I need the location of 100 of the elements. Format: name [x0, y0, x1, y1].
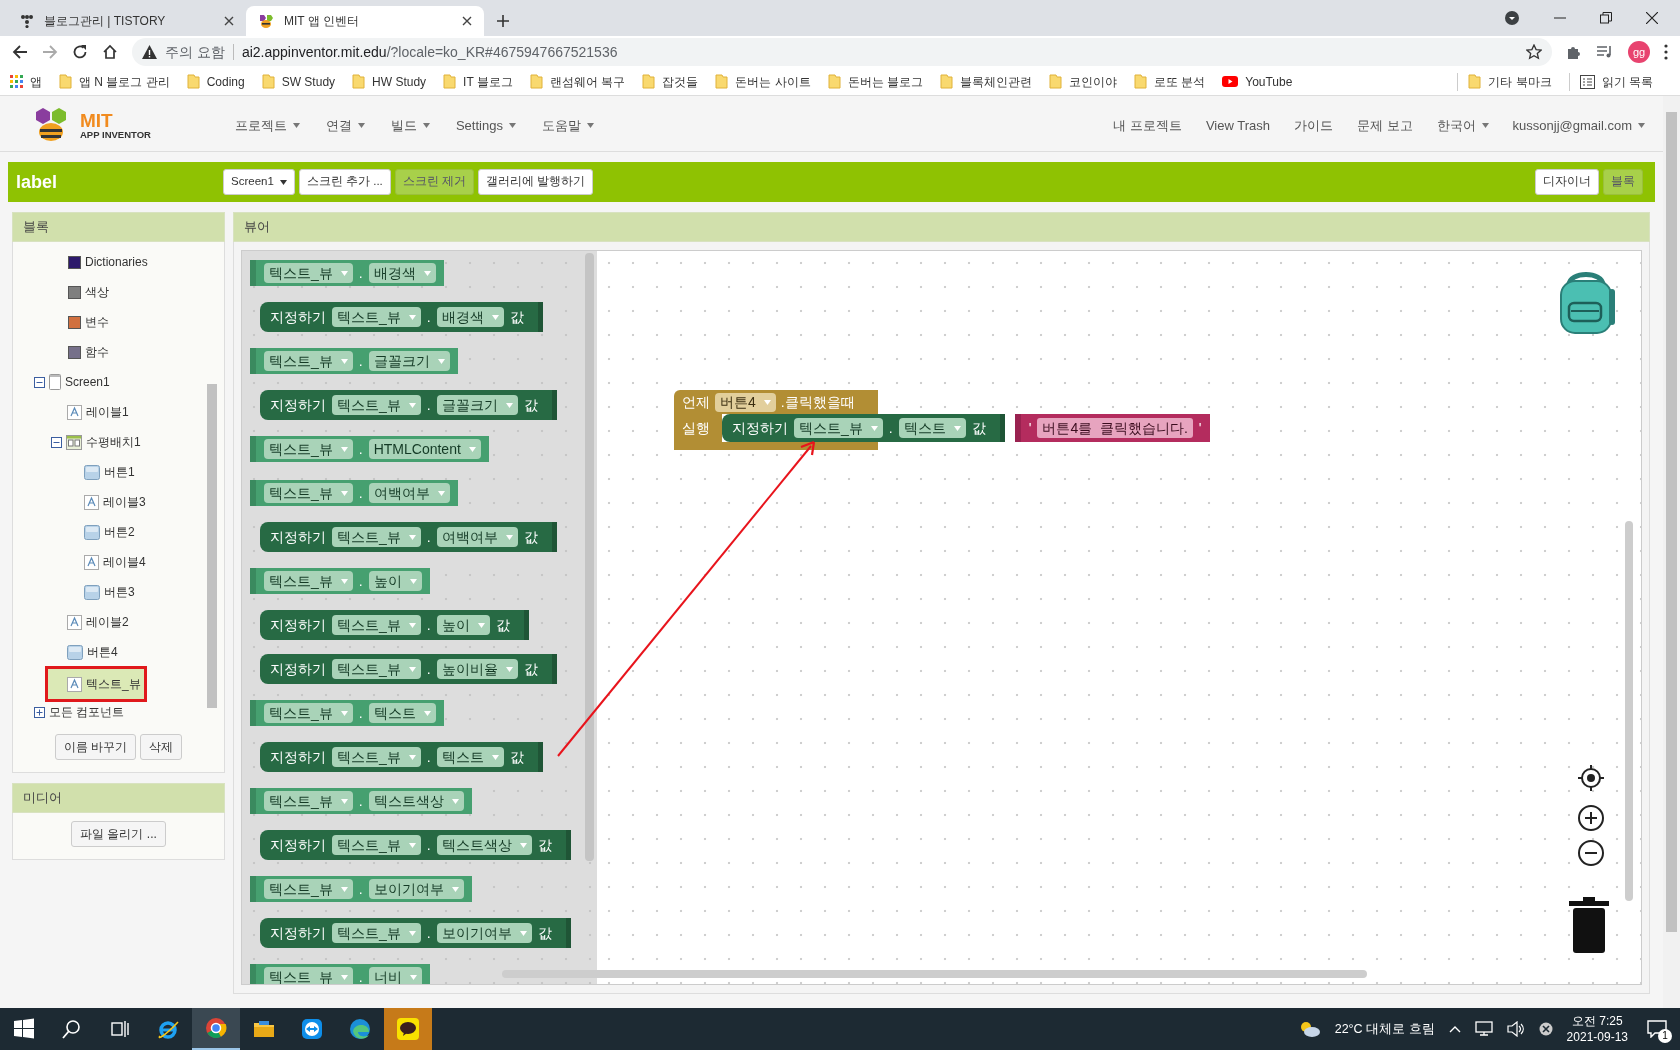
tree-item[interactable]: 함수 [65, 339, 112, 365]
center-target-icon[interactable] [1577, 764, 1605, 792]
panel-button[interactable]: 이름 바꾸기 [54, 734, 137, 760]
tree-item[interactable]: 레이블2 [48, 609, 132, 635]
dropdown-field[interactable]: 텍스트색상 [436, 835, 532, 855]
bookmark[interactable]: 잡것들 [642, 72, 699, 91]
toolbar-button[interactable]: 스크린 추가 ... [298, 169, 391, 195]
chevron-up-icon[interactable] [1448, 1025, 1461, 1033]
text-field[interactable]: 버튼4를 클릭했습니다. [1037, 418, 1193, 438]
menu-item[interactable]: View Trash [1205, 115, 1270, 136]
dropdown-field[interactable]: 텍스트_뷰 [264, 483, 353, 503]
tree-item[interactable]: 수평배치1 [48, 429, 144, 455]
dropdown-field[interactable]: 글꼴크기 [368, 351, 450, 371]
dropdown-field[interactable]: 텍스트_뷰 [332, 835, 421, 855]
playlist-icon[interactable] [1596, 45, 1614, 59]
dropdown-field[interactable]: 배경색 [436, 307, 504, 327]
puzzle-icon[interactable] [1566, 44, 1582, 60]
setter-block[interactable]: 지정하기 텍스트_뷰 . 여백여부 값 [260, 522, 557, 552]
menu-item[interactable]: 프로젝트 [234, 115, 300, 136]
network-icon[interactable] [1474, 1021, 1493, 1037]
dropdown-field[interactable]: 여백여부 [436, 527, 518, 547]
dropdown-field[interactable]: HTMLContent [368, 439, 481, 459]
bookmark[interactable]: 돈버는 블로그 [827, 72, 923, 91]
chrome-icon[interactable] [205, 1017, 227, 1039]
getter-block[interactable]: 텍스트_뷰 . 높이 [250, 568, 430, 594]
folder-icon[interactable] [253, 1018, 275, 1040]
weather-text[interactable]: 22°C 대체로 흐림 [1334, 1019, 1435, 1039]
dropdown-field[interactable]: 글꼴크기 [436, 395, 518, 415]
menu-item[interactable]: 도움말 [541, 115, 594, 136]
setter-block[interactable]: 지정하기 텍스트_뷰 . 높이비율 값 [260, 654, 557, 684]
internet-explorer-icon[interactable] [157, 1018, 179, 1040]
page-scrollbar[interactable] [1663, 96, 1680, 1008]
dropdown-field[interactable]: 텍스트_뷰 [332, 659, 421, 679]
dropdown-field[interactable]: 버튼4 [715, 392, 776, 412]
dropdown-field[interactable]: 텍스트_뷰 [264, 571, 353, 591]
zoom-in-icon[interactable] [1577, 804, 1605, 832]
bookmark[interactable]: YouTube [1222, 72, 1293, 91]
menu-item[interactable]: 내 프로젝트 [1113, 115, 1182, 136]
bookmark[interactable]: 랜섬웨어 복구 [529, 72, 626, 91]
menu-item[interactable]: Settings [455, 115, 516, 136]
setter-block[interactable]: 지정하기 텍스트_뷰 . 텍스트 값 [722, 414, 1005, 442]
dropdown-field[interactable]: 여백여부 [368, 483, 450, 503]
setter-block[interactable]: 지정하기 텍스트_뷰 . 텍스트 값 [260, 742, 543, 772]
toolbar-button[interactable]: 갤러리에 발행하기 [478, 169, 594, 195]
dropdown-field[interactable]: 텍스트_뷰 [332, 923, 421, 943]
tree-item[interactable]: 버튼2 [65, 519, 138, 545]
getter-block[interactable]: 텍스트_뷰 . HTMLContent [250, 436, 489, 462]
close-icon[interactable] [462, 16, 472, 26]
menu-item[interactable]: 빌드 [390, 115, 430, 136]
tree-item[interactable]: 레이블1 [48, 399, 132, 425]
setter-block[interactable]: 지정하기 텍스트_뷰 . 텍스트색상 값 [260, 830, 571, 860]
dropdown-field[interactable]: 텍스트_뷰 [264, 439, 353, 459]
dropdown-field[interactable]: 텍스트_뷰 [332, 527, 421, 547]
cloud-sun-icon[interactable] [1298, 1020, 1321, 1038]
bookmark[interactable]: 로또 분석 [1133, 72, 1206, 91]
bookmark[interactable]: 앱 [10, 72, 42, 91]
restore-icon[interactable] [1600, 12, 1612, 24]
getter-block[interactable]: 텍스트_뷰 . 보이기여부 [250, 876, 472, 902]
collapse-icon[interactable] [51, 436, 62, 448]
dropdown-field[interactable]: 텍스트_뷰 [264, 791, 353, 811]
scrollbar[interactable] [585, 253, 594, 861]
teamviewer-icon[interactable] [301, 1018, 323, 1040]
bookmark[interactable]: Coding [186, 72, 245, 91]
new-tab-icon[interactable] [496, 14, 510, 28]
dropdown-field[interactable]: 텍스트 [436, 747, 504, 767]
expand-icon[interactable] [34, 706, 45, 718]
dropdown-field[interactable]: 텍스트_뷰 [794, 418, 883, 438]
task-view-icon[interactable] [109, 1018, 131, 1040]
tree-item[interactable]: Dictionaries [65, 249, 151, 275]
dropdown-field[interactable]: 높이 [436, 615, 490, 635]
close-icon[interactable] [1646, 12, 1658, 24]
event-block[interactable]: 언제 버튼4 .클릭했을때 [674, 390, 878, 414]
dropdown-field[interactable]: 너비 [368, 967, 422, 984]
menu-item[interactable]: 문제 보고 [1356, 115, 1413, 136]
cancel-circle-icon[interactable] [1538, 1022, 1553, 1036]
tree-item[interactable]: 레이블3 [65, 489, 149, 515]
getter-block[interactable]: 텍스트_뷰 . 배경색 [250, 260, 444, 286]
bookmark[interactable]: 읽기 목록 [1579, 72, 1653, 91]
tree-item[interactable]: 변수 [65, 309, 112, 335]
getter-block[interactable]: 텍스트_뷰 . 여백여부 [250, 480, 458, 506]
setter-block[interactable]: 지정하기 텍스트_뷰 . 높이 값 [260, 610, 529, 640]
dropdown-field[interactable]: 텍스트 [898, 418, 966, 438]
windows-start-icon[interactable] [13, 1018, 35, 1040]
dropdown-field[interactable]: 텍스트_뷰 [332, 615, 421, 635]
more-icon[interactable] [1664, 44, 1668, 60]
getter-block[interactable]: 텍스트_뷰 . 텍스트 [250, 700, 444, 726]
panel-button[interactable]: 삭제 [140, 734, 183, 760]
dropdown-field[interactable]: 텍스트_뷰 [264, 263, 353, 283]
tree-item[interactable]: 버튼3 [65, 579, 138, 605]
dropdown-field[interactable]: 보이기여부 [436, 923, 532, 943]
dropdown-field[interactable]: 텍스트_뷰 [332, 395, 421, 415]
menu-item[interactable]: kussonjj@gmail.com [1512, 115, 1645, 136]
getter-block[interactable]: 텍스트_뷰 . 너비 [250, 964, 430, 984]
setter-block[interactable]: 지정하기 텍스트_뷰 . 보이기여부 값 [260, 918, 571, 948]
bookmark[interactable]: IT 블로그 [443, 72, 513, 91]
collapse-icon[interactable] [34, 376, 45, 388]
dropdown-field[interactable]: 텍스트_뷰 [264, 879, 353, 899]
dropdown-field[interactable]: 텍스트색상 [368, 791, 464, 811]
browser-tab[interactable]: 블로그관리 | TISTORY [8, 6, 246, 36]
scrollbar[interactable] [1625, 521, 1633, 901]
